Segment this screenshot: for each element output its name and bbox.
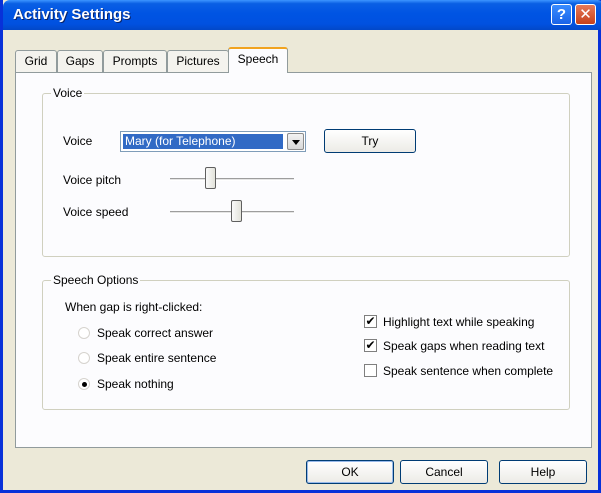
voice-label: Voice — [63, 134, 93, 148]
voice-pitch-label: Voice pitch — [63, 173, 122, 187]
radio-label: Speak entire sentence — [97, 351, 217, 365]
voice-select[interactable]: Mary (for Telephone) — [120, 131, 306, 152]
radio-label: Speak nothing — [97, 377, 174, 391]
checkbox-label: Highlight text while speaking — [383, 315, 535, 329]
help-icon[interactable]: ? — [551, 4, 572, 25]
speech-options-legend: Speech Options — [51, 273, 141, 287]
checkbox[interactable]: ✔ — [364, 339, 377, 352]
checkbox-label: Speak gaps when reading text — [383, 339, 545, 353]
chevron-down-icon[interactable] — [287, 133, 304, 150]
voice-speed-thumb[interactable] — [231, 200, 242, 222]
tab-speech[interactable]: Speech — [228, 47, 288, 73]
voice-pitch-thumb[interactable] — [205, 167, 216, 189]
radio-button[interactable] — [78, 352, 90, 364]
activity-settings-window: Activity Settings ? ✕ Grid Gaps Prompts … — [0, 0, 601, 493]
close-icon[interactable]: ✕ — [575, 4, 596, 25]
window-title: Activity Settings — [13, 6, 131, 23]
speech-tab-panel: Voice Voice Mary (for Telephone) Try Voi… — [15, 72, 592, 448]
checkbox-label: Speak sentence when complete — [383, 364, 554, 378]
speech-options-group: Speech Options When gap is right-clicked… — [42, 273, 570, 410]
tab-prompts[interactable]: Prompts — [103, 50, 167, 72]
help-button[interactable]: Help — [499, 460, 587, 484]
voice-select-value: Mary (for Telephone) — [123, 134, 283, 149]
checkbox[interactable] — [364, 364, 377, 377]
try-button[interactable]: Try — [324, 129, 416, 153]
voice-pitch-slider[interactable] — [170, 167, 294, 191]
right-click-label: When gap is right-clicked: — [65, 300, 203, 314]
radio-button[interactable] — [78, 327, 90, 339]
ok-button[interactable]: OK — [306, 460, 394, 484]
cancel-button[interactable]: Cancel — [400, 460, 488, 484]
checkbox[interactable]: ✔ — [364, 315, 377, 328]
voice-speed-slider[interactable] — [170, 200, 294, 224]
tab-grid[interactable]: Grid — [15, 50, 57, 72]
voice-pitch-track — [170, 178, 294, 181]
voice-group-legend: Voice — [51, 86, 85, 100]
radio-button[interactable] — [78, 378, 90, 390]
voice-speed-label: Voice speed — [63, 205, 129, 219]
voice-group: Voice Voice Mary (for Telephone) Try Voi… — [42, 86, 570, 257]
tab-gaps[interactable]: Gaps — [57, 50, 103, 72]
tab-pictures[interactable]: Pictures — [167, 50, 229, 72]
radio-label: Speak correct answer — [97, 326, 214, 340]
title-bar[interactable]: Activity Settings ? ✕ — [3, 0, 601, 30]
